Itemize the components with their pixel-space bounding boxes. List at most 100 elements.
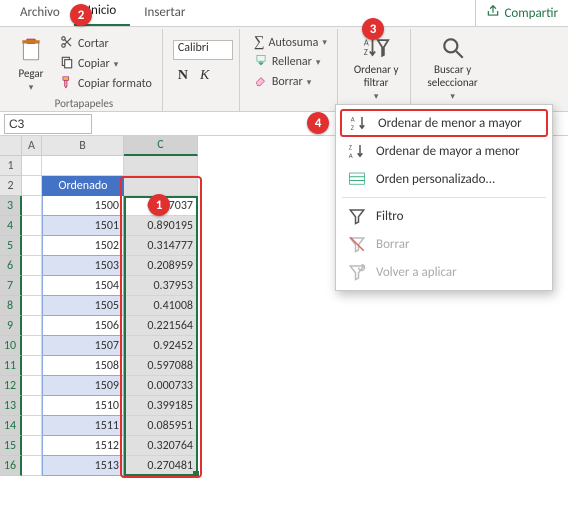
- reapply-icon: [348, 263, 366, 281]
- filter-toggle[interactable]: Filtro: [336, 202, 552, 230]
- reapply-filter: Volver a aplicar: [336, 258, 552, 286]
- copy-icon: [60, 55, 74, 73]
- table-header-ordered[interactable]: Ordenado: [42, 176, 124, 196]
- cell[interactable]: [22, 396, 42, 416]
- table-row[interactable]: 0.92452: [124, 336, 198, 356]
- select-all-corner[interactable]: [0, 136, 22, 156]
- row-header-6[interactable]: 6: [0, 256, 22, 276]
- row-header-2[interactable]: 2: [0, 176, 22, 196]
- row-header-16[interactable]: 16: [0, 456, 22, 476]
- table-row[interactable]: 0.320764: [124, 436, 198, 456]
- row-header-4[interactable]: 4: [0, 216, 22, 236]
- table-row[interactable]: 1502: [42, 236, 124, 256]
- row-header-12[interactable]: 12: [0, 376, 22, 396]
- table-row[interactable]: 1505: [42, 296, 124, 316]
- table-row[interactable]: 1509: [42, 376, 124, 396]
- row-header-1[interactable]: 1: [0, 156, 22, 176]
- autosum-button[interactable]: ∑ Autosuma: [250, 33, 331, 52]
- table-row[interactable]: 1500: [42, 196, 124, 216]
- svg-text:Z: Z: [351, 124, 354, 132]
- tab-insert[interactable]: Insertar: [130, 1, 199, 26]
- row-header-7[interactable]: 7: [0, 276, 22, 296]
- sort-filter-button[interactable]: A Z Ordenar y filtrar: [348, 31, 405, 106]
- find-select-button[interactable]: Buscar y seleccionar: [421, 31, 483, 106]
- table-row[interactable]: 0.000733: [124, 376, 198, 396]
- table-row[interactable]: 0.399185: [124, 396, 198, 416]
- cell[interactable]: [22, 216, 42, 236]
- table-row[interactable]: 0.221564: [124, 316, 198, 336]
- cell[interactable]: [22, 336, 42, 356]
- cell[interactable]: [124, 156, 198, 176]
- share-label: Compartir: [504, 6, 558, 21]
- table-row[interactable]: 0.890195: [124, 216, 198, 236]
- custom-sort-icon: [348, 170, 366, 188]
- table-row[interactable]: 0.37953: [124, 276, 198, 296]
- font-name-combo[interactable]: Calibri: [173, 40, 233, 60]
- paste-button[interactable]: Pegar: [12, 31, 50, 97]
- format-painter-button[interactable]: Copiar formato: [56, 74, 156, 94]
- cell[interactable]: [42, 156, 124, 176]
- table-row[interactable]: 1512: [42, 436, 124, 456]
- row-header-3[interactable]: 3: [0, 196, 22, 216]
- copy-button[interactable]: Copiar: [56, 54, 156, 74]
- sort-desc-icon: ZA: [348, 142, 366, 160]
- share-button[interactable]: Compartir: [475, 0, 568, 26]
- callout-1: 1: [148, 194, 170, 216]
- row-header-15[interactable]: 15: [0, 436, 22, 456]
- col-header-C[interactable]: C: [124, 136, 198, 156]
- svg-text:A: A: [351, 116, 355, 124]
- cell[interactable]: [22, 376, 42, 396]
- custom-sort[interactable]: Orden personalizado...: [336, 165, 552, 193]
- table-row[interactable]: 1501: [42, 216, 124, 236]
- table-row[interactable]: 1503: [42, 256, 124, 276]
- table-row[interactable]: 1511: [42, 416, 124, 436]
- sort-descending[interactable]: ZA Ordenar de mayor a menor: [336, 137, 552, 165]
- row-header-14[interactable]: 14: [0, 416, 22, 436]
- table-row[interactable]: 0.597088: [124, 356, 198, 376]
- table-row[interactable]: 1513: [42, 456, 124, 476]
- row-header-9[interactable]: 9: [0, 316, 22, 336]
- col-header-B[interactable]: B: [42, 136, 124, 156]
- table-row[interactable]: 1507: [42, 336, 124, 356]
- cell[interactable]: [22, 356, 42, 376]
- italic-button[interactable]: K: [195, 66, 214, 86]
- cell[interactable]: [22, 316, 42, 336]
- cell[interactable]: [22, 196, 42, 216]
- cell[interactable]: [124, 176, 198, 196]
- table-row[interactable]: 1508: [42, 356, 124, 376]
- cell[interactable]: [22, 436, 42, 456]
- name-box[interactable]: [4, 114, 92, 134]
- find-select-label-2: seleccionar: [427, 76, 477, 89]
- row-header-10[interactable]: 10: [0, 336, 22, 356]
- row-header-8[interactable]: 8: [0, 296, 22, 316]
- row-header-13[interactable]: 13: [0, 396, 22, 416]
- row-header-11[interactable]: 11: [0, 356, 22, 376]
- cell[interactable]: [22, 416, 42, 436]
- clear-button[interactable]: Borrar: [250, 72, 331, 92]
- table-row[interactable]: 0.41008: [124, 296, 198, 316]
- cell[interactable]: [22, 176, 42, 196]
- sort-ascending[interactable]: AZ Ordenar de menor a mayor: [340, 109, 548, 137]
- table-row[interactable]: 1504: [42, 276, 124, 296]
- table-row[interactable]: 1506: [42, 316, 124, 336]
- brush-icon: [60, 75, 74, 93]
- tab-file[interactable]: Archivo: [6, 1, 74, 26]
- bold-button[interactable]: N: [173, 66, 193, 86]
- cell[interactable]: [22, 156, 42, 176]
- cell[interactable]: [22, 456, 42, 476]
- table-row[interactable]: 0.314777: [124, 236, 198, 256]
- cell[interactable]: [22, 236, 42, 256]
- sort-filter-menu: AZ Ordenar de menor a mayor ZA Ordenar d…: [335, 104, 553, 291]
- table-row[interactable]: 1510: [42, 396, 124, 416]
- cut-button[interactable]: Cortar: [56, 34, 156, 54]
- row-header-5[interactable]: 5: [0, 236, 22, 256]
- filter-label: Filtro: [376, 209, 403, 224]
- table-row[interactable]: 0.085951: [124, 416, 198, 436]
- table-row[interactable]: 0.270481: [124, 456, 198, 476]
- table-row[interactable]: 0.208959: [124, 256, 198, 276]
- cell[interactable]: [22, 276, 42, 296]
- fill-button[interactable]: Rellenar: [250, 52, 331, 72]
- col-header-A[interactable]: A: [22, 136, 42, 156]
- cell[interactable]: [22, 256, 42, 276]
- cell[interactable]: [22, 296, 42, 316]
